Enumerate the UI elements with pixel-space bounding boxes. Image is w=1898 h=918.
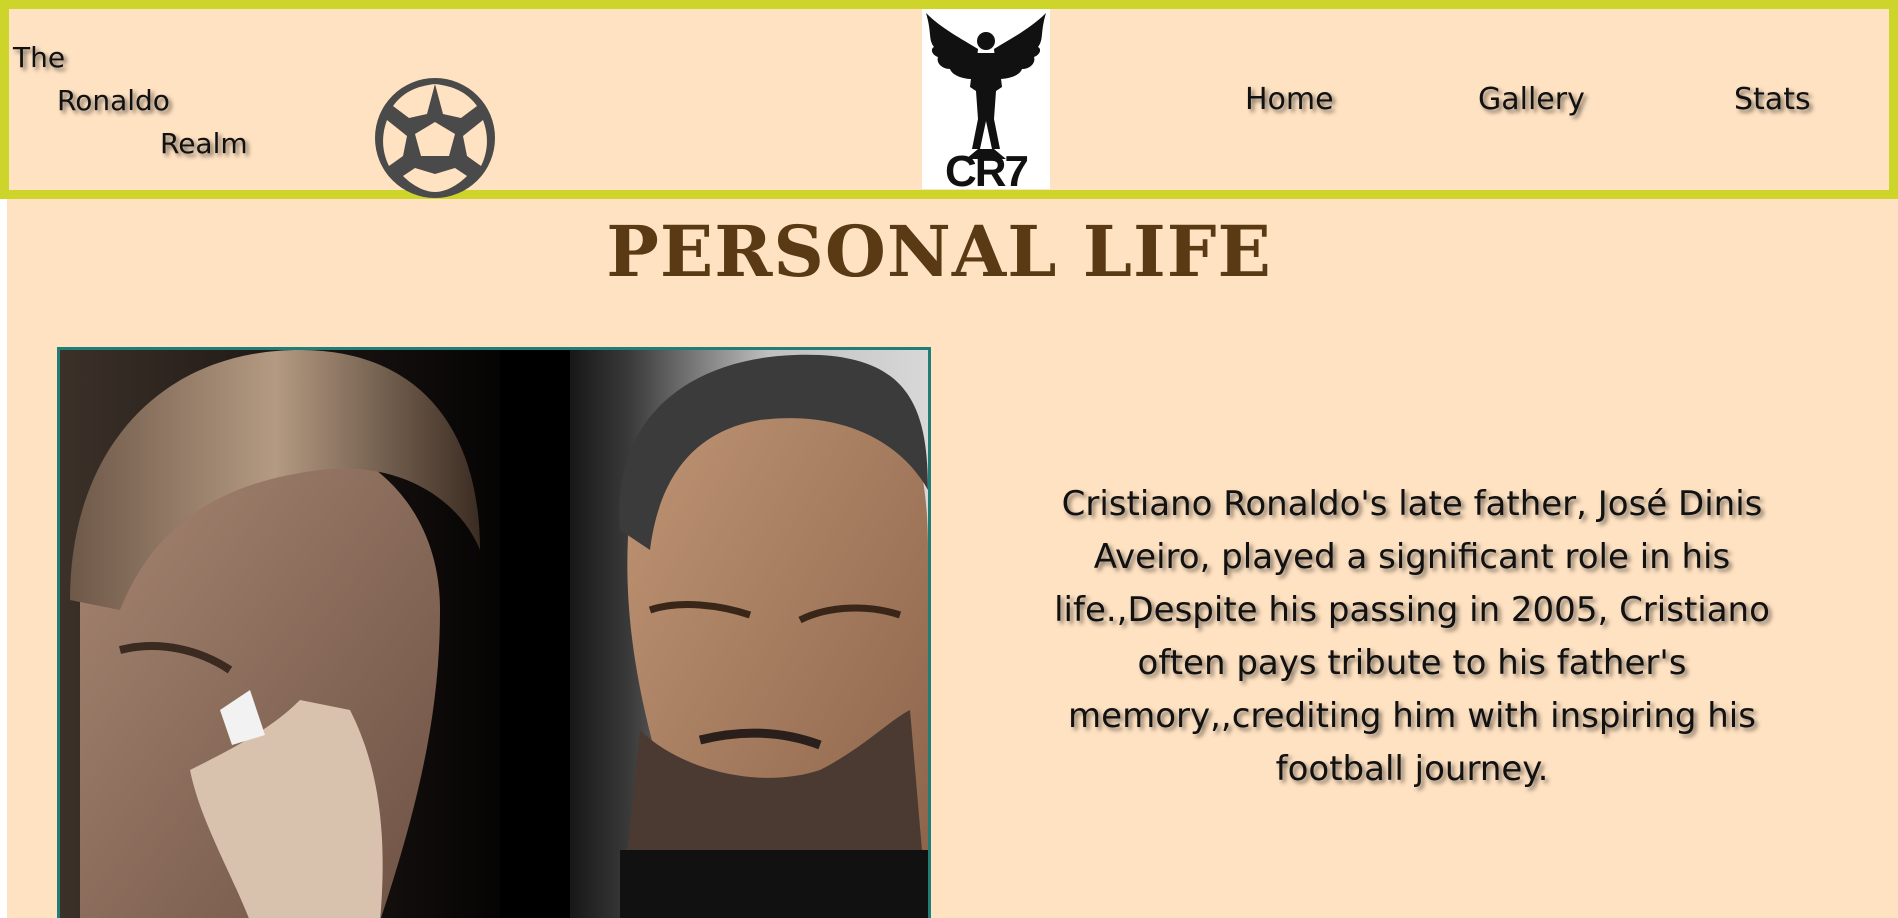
nav-home-link[interactable]: Home bbox=[1245, 82, 1334, 117]
personal-life-paragraph: Cristiano Ronaldo's late father, José Di… bbox=[1054, 484, 1770, 789]
cr7-logo: CR7 bbox=[922, 9, 1050, 196]
site-header: The Ronaldo Realm CR7 Home Gallery Stats bbox=[0, 0, 1898, 199]
brand-line-realm: Realm bbox=[160, 127, 248, 160]
nav-gallery-link[interactable]: Gallery bbox=[1478, 82, 1585, 117]
brand-line-the: The bbox=[13, 41, 66, 74]
cr7-logo-text: CR7 bbox=[945, 147, 1028, 189]
page-title: PERSONAL LIFE bbox=[606, 210, 1272, 293]
brand-line-ronaldo: Ronaldo bbox=[57, 84, 170, 117]
soccer-ball-icon bbox=[375, 78, 495, 198]
nav-stats-link[interactable]: Stats bbox=[1734, 82, 1811, 117]
photo-illustration bbox=[60, 350, 928, 918]
ronaldo-and-father-photo bbox=[57, 347, 931, 918]
winged-player-icon: CR7 bbox=[926, 13, 1046, 196]
